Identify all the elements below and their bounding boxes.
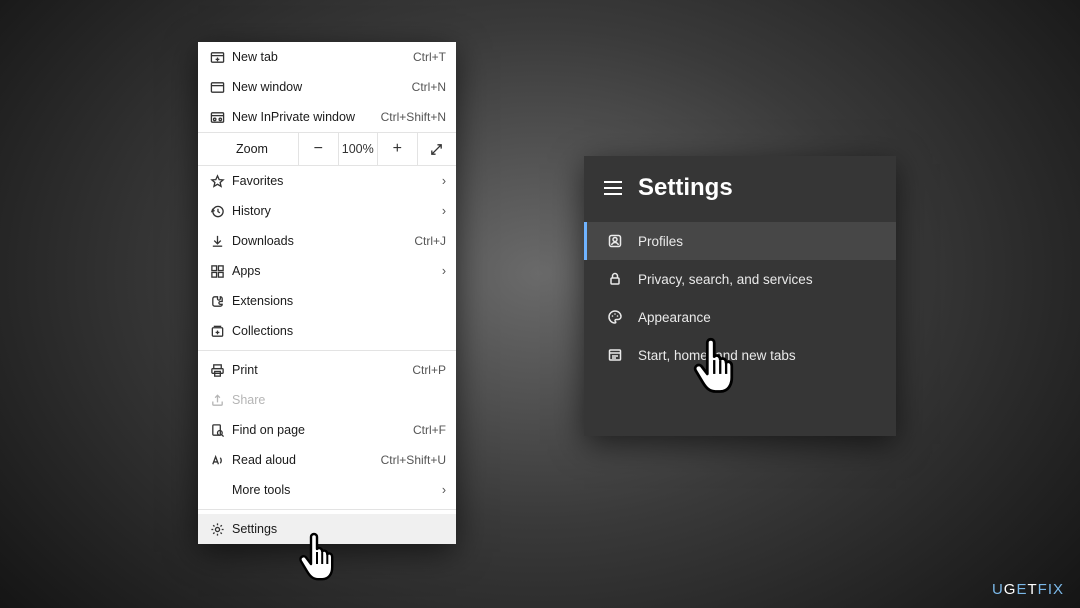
chevron-right-icon: ›: [442, 174, 446, 188]
edge-overflow-menu: New tab Ctrl+T New window Ctrl+N New InP…: [198, 42, 456, 544]
settings-item-label: Privacy, search, and services: [638, 272, 813, 287]
menu-shortcut: Ctrl+F: [413, 423, 446, 437]
settings-item-label: Start, home, and new tabs: [638, 348, 796, 363]
menu-shortcut: Ctrl+J: [414, 234, 446, 248]
menu-shortcut: Ctrl+T: [413, 50, 446, 64]
share-icon: [210, 393, 232, 408]
menu-read-aloud[interactable]: Read aloud Ctrl+Shift+U: [198, 445, 456, 475]
menu-label: Favorites: [232, 174, 442, 188]
menu-separator: [198, 350, 456, 351]
menu-favorites[interactable]: Favorites ›: [198, 166, 456, 196]
settings-item-privacy[interactable]: Privacy, search, and services: [584, 260, 896, 298]
settings-item-profiles[interactable]: Profiles: [584, 222, 896, 260]
menu-zoom-row: Zoom − 100% +: [198, 132, 456, 166]
chevron-right-icon: ›: [442, 483, 446, 497]
zoom-in-button[interactable]: +: [377, 133, 417, 165]
menu-label: Print: [232, 363, 412, 377]
new-window-icon: [210, 80, 232, 95]
palette-icon: [606, 309, 624, 325]
watermark: UGETFIX: [992, 581, 1064, 598]
menu-label: New window: [232, 80, 412, 94]
zoom-out-button[interactable]: −: [298, 133, 338, 165]
chevron-right-icon: ›: [442, 264, 446, 278]
profile-icon: [606, 233, 624, 249]
apps-icon: [210, 264, 232, 279]
find-icon: [210, 423, 232, 438]
menu-extensions[interactable]: Extensions: [198, 286, 456, 316]
menu-label: Apps: [232, 264, 442, 278]
menu-label: New tab: [232, 50, 413, 64]
settings-title: Settings: [638, 174, 733, 202]
menu-label: History: [232, 204, 442, 218]
menu-shortcut: Ctrl+Shift+U: [381, 453, 446, 467]
hamburger-icon[interactable]: [604, 181, 622, 195]
zoom-label: Zoom: [198, 142, 298, 156]
menu-label: Find on page: [232, 423, 413, 437]
menu-share: Share: [198, 385, 456, 415]
settings-item-start[interactable]: Start, home, and new tabs: [584, 336, 896, 374]
menu-label: Read aloud: [232, 453, 381, 467]
star-icon: [210, 174, 232, 189]
menu-label: Downloads: [232, 234, 414, 248]
fullscreen-button[interactable]: [417, 133, 457, 165]
new-tab-icon: [210, 50, 232, 65]
settings-item-label: Appearance: [638, 310, 711, 325]
menu-shortcut: Ctrl+Shift+N: [381, 110, 446, 124]
menu-separator: [198, 509, 456, 510]
menu-label: New InPrivate window: [232, 110, 381, 124]
menu-label: More tools: [232, 483, 442, 497]
menu-label: Collections: [232, 324, 446, 338]
menu-more-tools[interactable]: More tools ›: [198, 475, 456, 505]
settings-item-label: Profiles: [638, 234, 683, 249]
print-icon: [210, 363, 232, 378]
gear-icon: [210, 522, 232, 537]
menu-history[interactable]: History ›: [198, 196, 456, 226]
menu-downloads[interactable]: Downloads Ctrl+J: [198, 226, 456, 256]
menu-find-on-page[interactable]: Find on page Ctrl+F: [198, 415, 456, 445]
inprivate-icon: [210, 110, 232, 125]
menu-new-tab[interactable]: New tab Ctrl+T: [198, 42, 456, 72]
menu-label: Settings: [232, 522, 446, 536]
download-icon: [210, 234, 232, 249]
menu-new-window[interactable]: New window Ctrl+N: [198, 72, 456, 102]
collections-icon: [210, 324, 232, 339]
settings-header: Settings: [584, 174, 896, 222]
menu-label: Extensions: [232, 294, 446, 308]
settings-sidebar: Settings Profiles Privacy, search, and s…: [584, 156, 896, 436]
menu-print[interactable]: Print Ctrl+P: [198, 355, 456, 385]
lock-icon: [606, 271, 624, 287]
fullscreen-icon: [429, 142, 444, 157]
menu-settings[interactable]: Settings: [198, 514, 456, 544]
extensions-icon: [210, 294, 232, 309]
menu-shortcut: Ctrl+P: [412, 363, 446, 377]
chevron-right-icon: ›: [442, 204, 446, 218]
read-aloud-icon: [210, 453, 232, 468]
menu-label: Share: [232, 393, 446, 407]
menu-inprivate-window[interactable]: New InPrivate window Ctrl+Shift+N: [198, 102, 456, 132]
menu-collections[interactable]: Collections: [198, 316, 456, 346]
menu-shortcut: Ctrl+N: [412, 80, 446, 94]
zoom-value: 100%: [338, 133, 378, 165]
settings-item-appearance[interactable]: Appearance: [584, 298, 896, 336]
history-icon: [210, 204, 232, 219]
menu-apps[interactable]: Apps ›: [198, 256, 456, 286]
start-page-icon: [606, 347, 624, 363]
